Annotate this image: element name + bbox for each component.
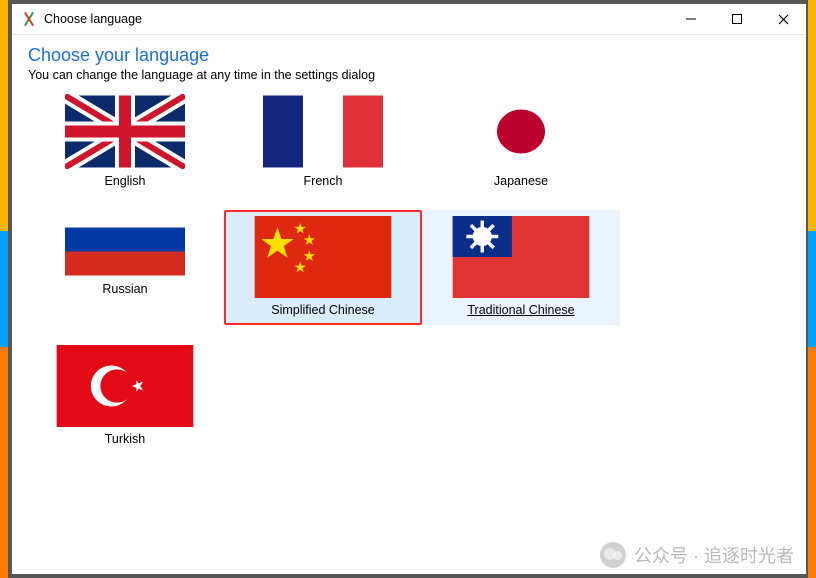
language-grid: English French Japanese [26,88,792,454]
language-option-turkish[interactable]: Turkish [26,339,224,454]
language-label: Traditional Chinese [424,303,618,317]
watermark-text: 公众号 · 追逐时光者 [634,542,794,568]
language-label: Turkish [28,432,222,446]
flag-uk-icon [65,94,185,169]
minimize-button[interactable] [668,4,714,34]
close-button[interactable] [760,4,806,34]
choose-language-dialog: Choose language Choose your language You… [11,3,807,575]
flag-france-icon [263,94,383,169]
language-option-english[interactable]: English [26,88,224,196]
minimize-icon [686,14,696,24]
language-option-simplified-chinese[interactable]: Simplified Chinese [224,210,422,325]
dialog-body: Choose your language You can change the … [12,35,806,574]
language-option-traditional-chinese[interactable]: Traditional Chinese [422,210,620,325]
maximize-icon [732,14,742,24]
flag-china-icon [248,216,398,298]
close-icon [778,14,789,25]
wechat-icon [600,542,626,568]
titlebar: Choose language [12,4,806,35]
flag-taiwan-icon [446,216,596,298]
language-label: Japanese [424,174,618,188]
flag-turkey-icon [50,345,200,427]
flag-russia-icon [65,202,185,277]
language-label: Russian [28,282,222,296]
language-option-russian[interactable]: Russian [26,196,224,325]
watermark: 公众号 · 追逐时光者 [600,542,794,568]
language-label: Simplified Chinese [226,303,420,317]
app-icon [20,10,38,28]
language-option-japanese[interactable]: Japanese [422,88,620,196]
language-label: English [28,174,222,188]
page-title: Choose your language [28,45,792,66]
page-subtitle: You can change the language at any time … [28,68,792,82]
window-title: Choose language [44,12,142,26]
maximize-button[interactable] [714,4,760,34]
flag-japan-icon [461,94,581,169]
language-option-french[interactable]: French [224,88,422,196]
language-label: French [226,174,420,188]
